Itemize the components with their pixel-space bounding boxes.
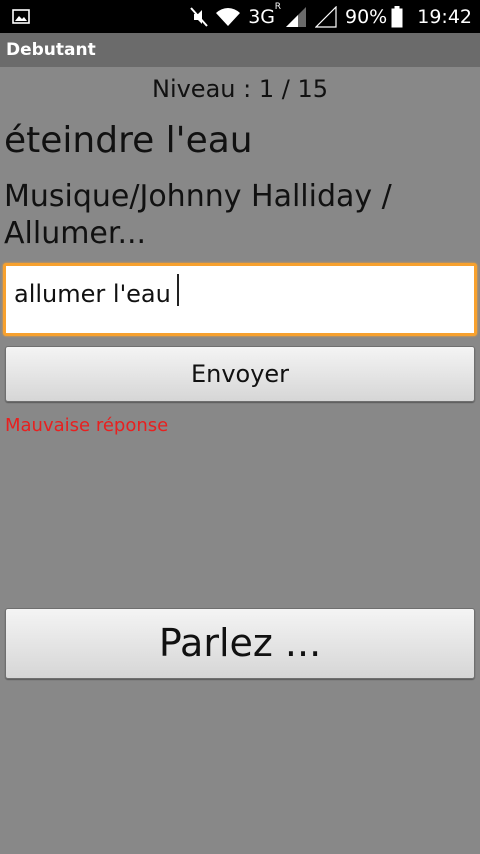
wifi-icon xyxy=(216,7,241,26)
error-message: Mauvaise réponse xyxy=(5,415,169,436)
clock: 19:42 xyxy=(417,5,472,28)
battery-icon xyxy=(391,5,403,27)
status-bar: 3G R 90% 19:42 xyxy=(0,0,480,33)
signal-icon xyxy=(286,6,306,27)
signal-empty-icon xyxy=(315,5,337,28)
image-notification-icon xyxy=(12,9,30,24)
level-indicator: Niveau : 1 / 15 xyxy=(151,75,328,103)
send-button[interactable]: Envoyer xyxy=(5,346,475,402)
answer-field-container[interactable] xyxy=(3,263,477,336)
app-title: Debutant xyxy=(6,40,96,60)
battery-percent: 90% xyxy=(345,5,388,28)
answer-input[interactable] xyxy=(14,274,454,314)
mute-icon xyxy=(190,6,208,27)
status-icons: 3G R 90% 19:42 xyxy=(188,0,472,33)
text-caret xyxy=(177,274,179,306)
hint-text: Musique/Johnny Halliday / Allumer... xyxy=(4,179,392,251)
question-text: éteindre l'eau xyxy=(4,120,253,161)
network-type: 3G R xyxy=(248,1,281,28)
speak-button[interactable]: Parlez ... xyxy=(5,608,475,679)
app-title-bar: Debutant xyxy=(0,33,480,67)
